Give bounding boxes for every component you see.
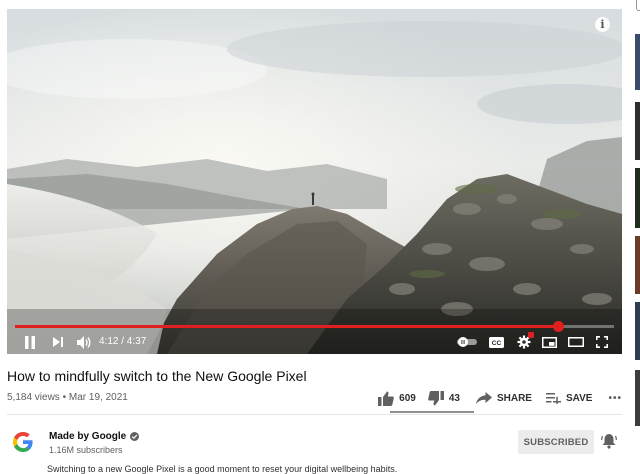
recommendation-thumbnail[interactable] bbox=[635, 302, 640, 360]
captions-button[interactable]: CC bbox=[488, 331, 504, 353]
volume-icon bbox=[76, 335, 90, 349]
next-icon bbox=[53, 337, 63, 347]
section-divider bbox=[7, 414, 622, 415]
like-button[interactable]: 609 bbox=[378, 391, 416, 406]
recommendation-thumbnail[interactable] bbox=[635, 102, 640, 160]
progress-fill bbox=[15, 325, 559, 328]
view-count: 5,184 views bbox=[7, 392, 60, 403]
thumbs-down-icon bbox=[428, 390, 444, 405]
player-controls: 4:12 / 4:37 CC bbox=[7, 331, 622, 353]
share-button[interactable]: SHARE bbox=[475, 392, 532, 404]
settings-button[interactable] bbox=[515, 331, 534, 353]
autoplay-toggle[interactable] bbox=[456, 331, 478, 353]
playlist-add-icon bbox=[545, 393, 561, 404]
next-button[interactable] bbox=[51, 331, 65, 353]
view-date-info: 5,184 views • Mar 19, 2021 bbox=[7, 390, 128, 406]
progress-bar[interactable] bbox=[15, 321, 614, 332]
video-meta-row: 5,184 views • Mar 19, 2021 609 43 SHARE … bbox=[7, 390, 622, 406]
miniplayer-icon bbox=[541, 336, 557, 348]
more-actions-button[interactable]: ••• bbox=[608, 393, 622, 404]
svg-text:CC: CC bbox=[491, 340, 501, 347]
more-icon: ••• bbox=[608, 392, 622, 404]
autoplay-toggle-icon bbox=[457, 337, 477, 347]
fullscreen-icon bbox=[596, 336, 608, 348]
theater-button[interactable] bbox=[567, 331, 585, 353]
channel-row: Made by Google 1.16M subscribers SUBSCRI… bbox=[7, 428, 622, 458]
subscribed-button[interactable]: SUBSCRIBED bbox=[518, 430, 594, 454]
verified-check-icon bbox=[130, 432, 140, 441]
miniplayer-button[interactable] bbox=[541, 331, 557, 353]
thumbs-up-icon bbox=[378, 391, 394, 406]
video-frame bbox=[7, 9, 622, 354]
time-display: 4:12 / 4:37 bbox=[99, 336, 147, 347]
dislike-button[interactable]: 43 bbox=[428, 390, 460, 406]
publish-date: Mar 19, 2021 bbox=[68, 392, 128, 403]
channel-name[interactable]: Made by Google bbox=[49, 431, 126, 442]
save-label: SAVE bbox=[565, 392, 593, 404]
channel-name-row[interactable]: Made by Google bbox=[49, 431, 140, 442]
recommendations-rail bbox=[634, 0, 640, 470]
notification-bell-button[interactable] bbox=[601, 433, 617, 454]
description-preview: Switching to a new Google Pixel is a goo… bbox=[47, 464, 398, 474]
share-label: SHARE bbox=[496, 392, 532, 404]
share-icon bbox=[475, 392, 492, 404]
theater-icon bbox=[568, 337, 584, 347]
recommendation-thumbnail[interactable] bbox=[636, 0, 640, 11]
recommendation-thumbnail[interactable] bbox=[635, 168, 640, 228]
dislike-count: 43 bbox=[448, 392, 460, 404]
captions-icon: CC bbox=[488, 336, 504, 348]
pause-button[interactable] bbox=[23, 331, 37, 353]
recommendation-thumbnail[interactable] bbox=[635, 34, 640, 90]
action-bar: 609 43 SHARE SAVE ••• bbox=[366, 386, 622, 410]
like-ratio-bar bbox=[390, 411, 474, 413]
like-count: 609 bbox=[399, 392, 416, 404]
info-icon[interactable]: i bbox=[595, 17, 610, 32]
channel-avatar[interactable] bbox=[9, 428, 37, 456]
google-logo-icon bbox=[13, 432, 33, 452]
bell-icon bbox=[601, 434, 617, 449]
meta-separator: • bbox=[62, 392, 67, 403]
subscriber-count: 1.16M subscribers bbox=[49, 445, 123, 455]
video-title: How to mindfully switch to the New Googl… bbox=[7, 368, 307, 384]
video-player[interactable]: i 4:12 / 4:37 CC bbox=[7, 9, 622, 354]
volume-button[interactable] bbox=[76, 331, 92, 353]
recommendation-thumbnail[interactable] bbox=[635, 236, 640, 294]
fullscreen-button[interactable] bbox=[595, 331, 609, 353]
hd-badge bbox=[528, 332, 534, 338]
recommendation-thumbnail[interactable] bbox=[635, 370, 640, 426]
save-button[interactable]: SAVE bbox=[545, 392, 593, 404]
pause-icon bbox=[25, 335, 35, 349]
